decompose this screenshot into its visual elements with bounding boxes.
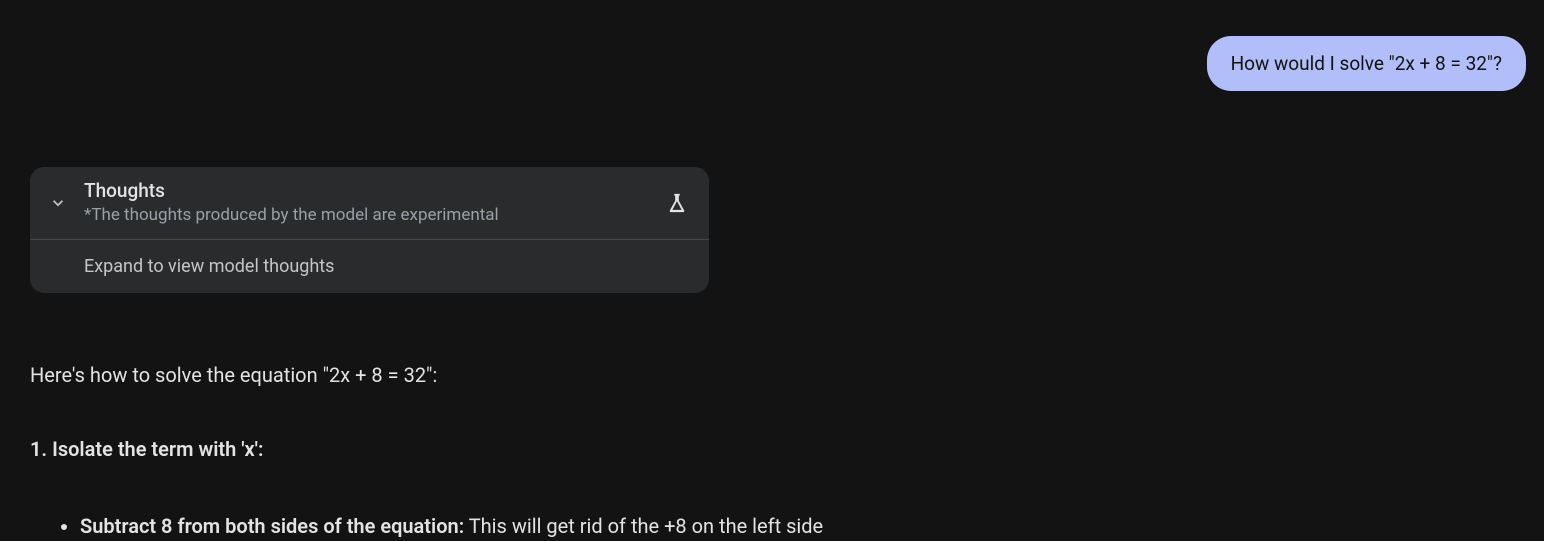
thoughts-expand-text: Expand to view model thoughts [84,256,334,277]
user-message-text: How would I solve "2x + 8 = 32"? [1231,52,1502,75]
list-item-bold: Subtract 8 from both sides of the equati… [80,514,464,538]
list-item-rest: This will get rid of the +8 on the left … [464,514,823,538]
response-intro: Here's how to solve the equation "2x + 8… [30,363,1526,387]
response-body: Here's how to solve the equation "2x + 8… [30,363,1526,541]
user-message-row: How would I solve "2x + 8 = 32"? [30,36,1526,91]
chevron-down-icon [42,187,74,219]
flask-icon [665,191,689,215]
user-message-bubble: How would I solve "2x + 8 = 32"? [1207,36,1526,91]
response-step-heading: 1. Isolate the term with 'x': [30,437,1526,461]
thoughts-expand-row[interactable]: Expand to view model thoughts [30,240,709,293]
thoughts-header[interactable]: Thoughts *The thoughts produced by the m… [30,167,709,240]
thoughts-subtitle: *The thoughts produced by the model are … [84,204,665,228]
list-item: Subtract 8 from both sides of the equati… [80,511,1526,541]
thoughts-panel: Thoughts *The thoughts produced by the m… [30,167,709,293]
thoughts-title-block: Thoughts *The thoughts produced by the m… [84,179,665,227]
response-list: Subtract 8 from both sides of the equati… [30,511,1526,541]
thoughts-title: Thoughts [84,179,665,204]
